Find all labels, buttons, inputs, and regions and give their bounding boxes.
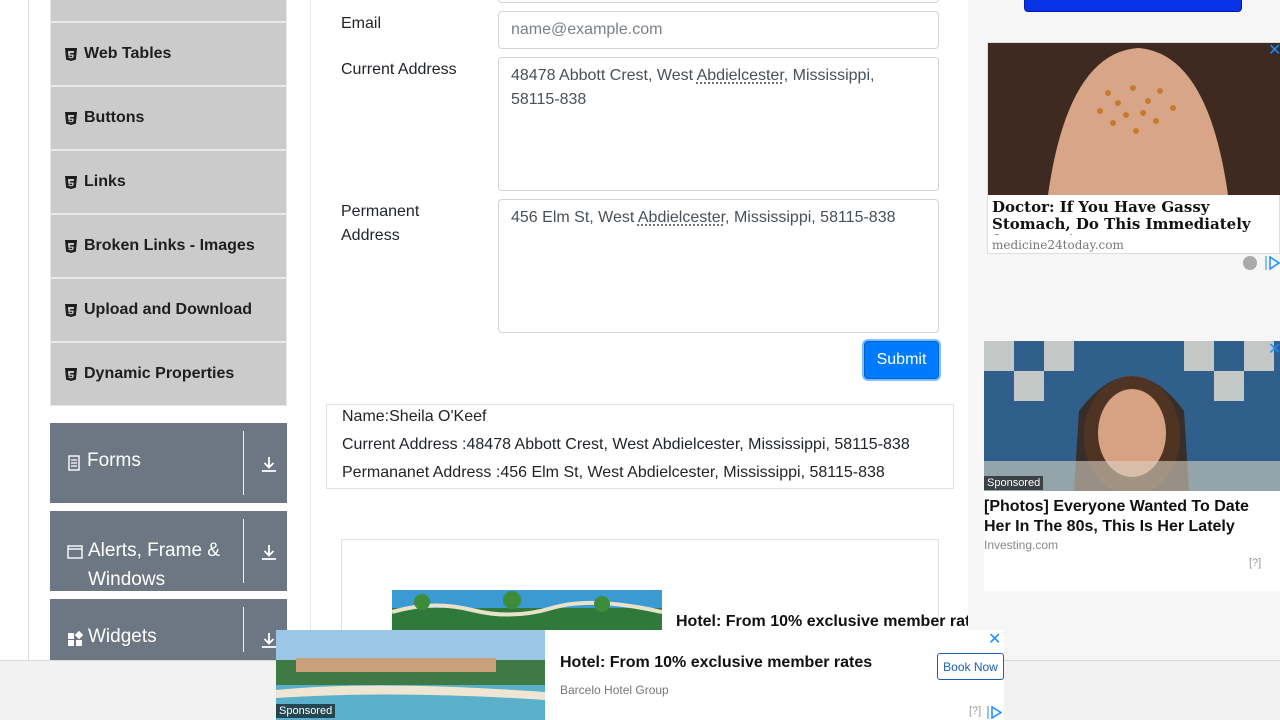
divider — [243, 607, 244, 652]
html5-icon — [65, 176, 77, 189]
output-name: Name:Sheila O'Keef — [342, 408, 486, 426]
sidebar-item-label: Broken Links - Images — [84, 237, 255, 255]
adchoices-icon[interactable] — [1243, 256, 1257, 270]
inline-ad-headline[interactable]: Hotel: From 10% exclusive member rates — [676, 613, 968, 631]
submit-button[interactable]: Submit — [864, 341, 939, 379]
spellcheck-word: Abdielcester — [697, 67, 784, 84]
sidebar-item-links[interactable]: Links — [50, 150, 287, 214]
sidebar-item-label: Web Tables — [84, 45, 171, 63]
email-input[interactable]: name@example.com — [498, 11, 939, 49]
close-icon[interactable]: ✕ — [1268, 40, 1280, 60]
ad-source: Barcelo Hotel Group — [560, 683, 669, 697]
group-label: Widgets — [88, 626, 157, 648]
ad-headline: Hotel: From 10% exclusive member rates — [560, 654, 872, 672]
ad-info-icon[interactable] — [1264, 256, 1280, 270]
textarea-text: 48478 Abbott Crest, West — [511, 67, 697, 84]
ad-image — [988, 43, 1280, 195]
sidebar-border — [28, 0, 29, 660]
email-placeholder: name@example.com — [511, 21, 662, 38]
sidebar-item-web-tables[interactable]: Web Tables — [50, 22, 287, 86]
ad-card-top[interactable]: Doctor: If You Have Gassy Stomach, Do Th… — [987, 42, 1280, 254]
html5-icon — [65, 240, 77, 253]
window-icon — [67, 545, 83, 559]
permanent-address-label: Permanent Address — [341, 200, 471, 248]
output-permanent-address: Permananet Address :456 Elm St, West Abd… — [342, 464, 885, 482]
sidebar-item-upload-download[interactable]: Upload and Download — [50, 278, 287, 342]
bottom-ad[interactable]: Sponsored Hotel: From 10% exclusive memb… — [276, 630, 1004, 720]
sidebar-item-label: Upload and Download — [84, 301, 252, 319]
inline-ad-image[interactable] — [392, 590, 662, 635]
divider — [243, 519, 244, 583]
output-box: Name:Sheila O'Keef Current Address :4847… — [326, 404, 954, 489]
html5-icon — [65, 112, 77, 125]
close-icon[interactable]: ✕ — [988, 629, 1001, 649]
textarea-text: , Mississippi, — [784, 67, 875, 84]
sidebar-item-broken-links[interactable]: Broken Links - Images — [50, 214, 287, 278]
sidebar-item-previous[interactable] — [50, 0, 287, 22]
close-icon[interactable]: ✕ — [1268, 339, 1280, 359]
html5-icon — [65, 368, 77, 381]
ad-source: medicine24today.com — [992, 238, 1124, 252]
ad-source: Investing.com — [984, 538, 1058, 552]
sidebar-item-label: Buttons — [84, 109, 144, 127]
textarea-text: 456 Elm St, West — [511, 209, 638, 226]
ad-info-text[interactable]: [?] — [1249, 557, 1261, 569]
group-forms[interactable]: Forms — [50, 423, 287, 503]
ad-info-text[interactable]: [?] — [969, 705, 981, 717]
group-widgets[interactable]: Widgets — [50, 599, 287, 660]
download-icon[interactable] — [260, 543, 278, 561]
current-address-textarea[interactable]: 48478 Abbott Crest, West Abdielcester, M… — [498, 57, 939, 191]
html5-icon — [65, 48, 77, 61]
html5-icon — [65, 304, 77, 317]
sponsored-tag: Sponsored — [984, 476, 1043, 490]
ad-image — [984, 341, 1280, 491]
sidebar-item-label: Links — [84, 173, 126, 191]
permanent-address-textarea[interactable]: 456 Elm St, West Abdielcester, Mississip… — [498, 199, 939, 333]
sidebar-item-dynamic-properties[interactable]: Dynamic Properties — [50, 342, 287, 406]
ad-card-bottom[interactable]: Sponsored [Photos] Everyone Wanted To Da… — [984, 341, 1280, 591]
ad-info-icon[interactable] — [986, 706, 1002, 719]
sidebar-item-label: Dynamic Properties — [84, 365, 234, 383]
sponsored-tag: Sponsored — [276, 704, 335, 718]
divider — [243, 431, 244, 495]
document-icon — [67, 455, 81, 471]
content-border — [310, 0, 311, 660]
book-now-button[interactable]: Book Now — [937, 653, 1004, 680]
download-icon[interactable] — [260, 455, 278, 473]
full-name-input[interactable] — [498, 0, 939, 3]
output-current-address: Current Address :48478 Abbott Crest, Wes… — [342, 436, 910, 454]
spellcheck-word: Abdielcester — [638, 209, 725, 226]
ad-headline: [Photos] Everyone Wanted To Date Her In … — [984, 497, 1280, 537]
group-alerts-frame-windows[interactable]: Alerts, Frame & Windows — [50, 511, 287, 591]
ad-blue-button[interactable] — [1024, 0, 1242, 12]
group-label: Forms — [87, 450, 141, 472]
group-label: Alerts, Frame & Windows — [88, 536, 244, 594]
ad-headline: Doctor: If You Have Gassy Stomach, Do Th… — [992, 199, 1277, 235]
current-address-label: Current Address — [341, 58, 457, 82]
sidebar-item-buttons[interactable]: Buttons — [50, 86, 287, 150]
textarea-text: 58115-838 — [511, 91, 586, 108]
textarea-text: , Mississippi, 58115-838 — [725, 209, 895, 226]
email-label: Email — [341, 12, 381, 36]
widgets-icon — [67, 631, 83, 647]
